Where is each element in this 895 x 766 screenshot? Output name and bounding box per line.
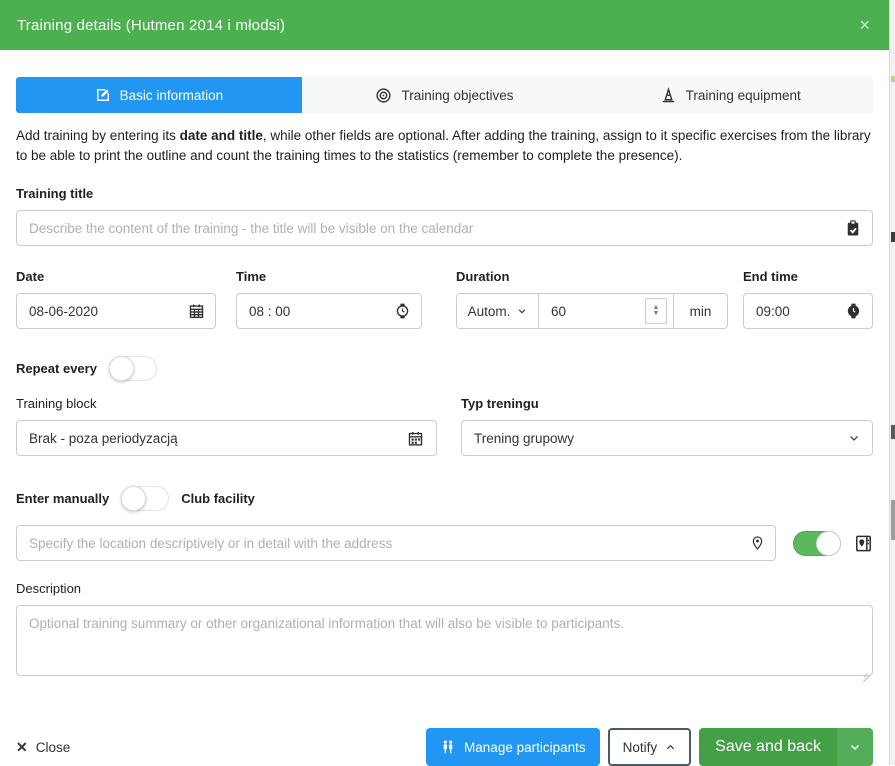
- repeat-row: Repeat every: [16, 356, 873, 381]
- chevron-down-icon: [849, 741, 861, 753]
- close-icon[interactable]: ×: [859, 16, 870, 34]
- duration-group: Autom. 60 ▲▼ min: [456, 293, 728, 329]
- save-split-button: Save and back: [699, 728, 873, 766]
- location-input[interactable]: [16, 525, 776, 561]
- block-type-row: Training block Brak - poza periodyzacją …: [16, 396, 873, 456]
- description-textarea[interactable]: [16, 605, 873, 676]
- training-block-label: Training block: [16, 396, 437, 411]
- enter-manually-label: Enter manually: [16, 491, 109, 506]
- chevron-down-icon: [517, 306, 527, 316]
- datetime-row: Date Time Duration: [16, 269, 873, 329]
- manage-participants-label: Manage participants: [464, 740, 586, 755]
- description-field-wrap: [16, 605, 873, 681]
- clipboard-check-icon[interactable]: [844, 219, 862, 237]
- chevron-up-icon: [665, 742, 676, 753]
- periodization-calendar-icon: [407, 430, 424, 447]
- close-x-icon: ✕: [16, 739, 28, 756]
- intro-text: Add training by entering its date and ti…: [16, 126, 873, 166]
- facility-directory-icon[interactable]: [854, 534, 873, 553]
- footer: ✕ Close Manage participants Notify Save …: [16, 728, 873, 766]
- watch-filled-icon[interactable]: [845, 303, 862, 320]
- date-input[interactable]: [16, 293, 216, 329]
- training-title-input[interactable]: [16, 210, 873, 246]
- training-title-label: Training title: [16, 186, 873, 201]
- duration-value-input[interactable]: 60 ▲▼: [539, 294, 673, 328]
- tab-label: Basic information: [120, 88, 224, 103]
- save-and-back-button[interactable]: Save and back: [699, 728, 837, 766]
- save-options-button[interactable]: [837, 728, 873, 766]
- date-label: Date: [16, 269, 216, 284]
- manage-participants-button[interactable]: Manage participants: [426, 728, 600, 766]
- location-mode-row: Enter manually Club facility: [16, 486, 873, 511]
- location-row: [16, 525, 873, 561]
- modal-header: Training details (Hutmen 2014 i młodsi) …: [0, 0, 895, 50]
- repeat-every-label: Repeat every: [16, 361, 97, 376]
- duration-mode-select[interactable]: Autom.: [457, 294, 539, 328]
- end-time-label: End time: [743, 269, 873, 284]
- training-type-select[interactable]: Trening grupowy: [461, 420, 873, 456]
- tab-label: Training equipment: [686, 88, 801, 103]
- watch-icon[interactable]: [394, 303, 411, 320]
- tab-training-equipment[interactable]: Training equipment: [587, 77, 873, 113]
- calendar-icon[interactable]: [188, 303, 205, 320]
- target-icon: [375, 87, 392, 104]
- stepper-control[interactable]: ▲▼: [645, 298, 667, 324]
- time-label: Time: [236, 269, 422, 284]
- duration-label: Duration: [456, 269, 728, 284]
- training-block-select[interactable]: Brak - poza periodyzacją: [16, 420, 437, 456]
- people-icon: [440, 739, 456, 755]
- tab-training-objectives[interactable]: Training objectives: [302, 77, 588, 113]
- cone-icon: [660, 87, 677, 104]
- save-and-back-label: Save and back: [715, 738, 821, 756]
- club-facility-toggle[interactable]: [793, 531, 841, 556]
- close-button[interactable]: ✕ Close: [16, 739, 70, 756]
- notify-button[interactable]: Notify: [608, 728, 692, 766]
- training-details-modal: Training details (Hutmen 2014 i młodsi) …: [0, 0, 889, 765]
- chevron-down-icon: [848, 432, 860, 444]
- duration-unit: min: [673, 294, 727, 328]
- modal-title: Training details (Hutmen 2014 i młodsi): [17, 17, 285, 34]
- training-title-field-wrap: [16, 210, 873, 246]
- training-type-label: Typ treningu: [461, 396, 873, 411]
- map-pin-icon[interactable]: [750, 535, 765, 552]
- page-scrollbar[interactable]: [889, 0, 895, 765]
- notify-label: Notify: [623, 740, 658, 755]
- tab-basic-information[interactable]: Basic information: [16, 77, 302, 113]
- enter-manually-toggle[interactable]: [121, 486, 169, 511]
- close-label: Close: [36, 740, 71, 755]
- club-facility-label: Club facility: [181, 491, 255, 506]
- repeat-toggle[interactable]: [109, 356, 157, 381]
- edit-icon: [95, 87, 111, 103]
- tab-label: Training objectives: [401, 88, 513, 103]
- tab-bar: Basic information Training objectives Tr…: [16, 77, 873, 113]
- description-label: Description: [16, 581, 873, 596]
